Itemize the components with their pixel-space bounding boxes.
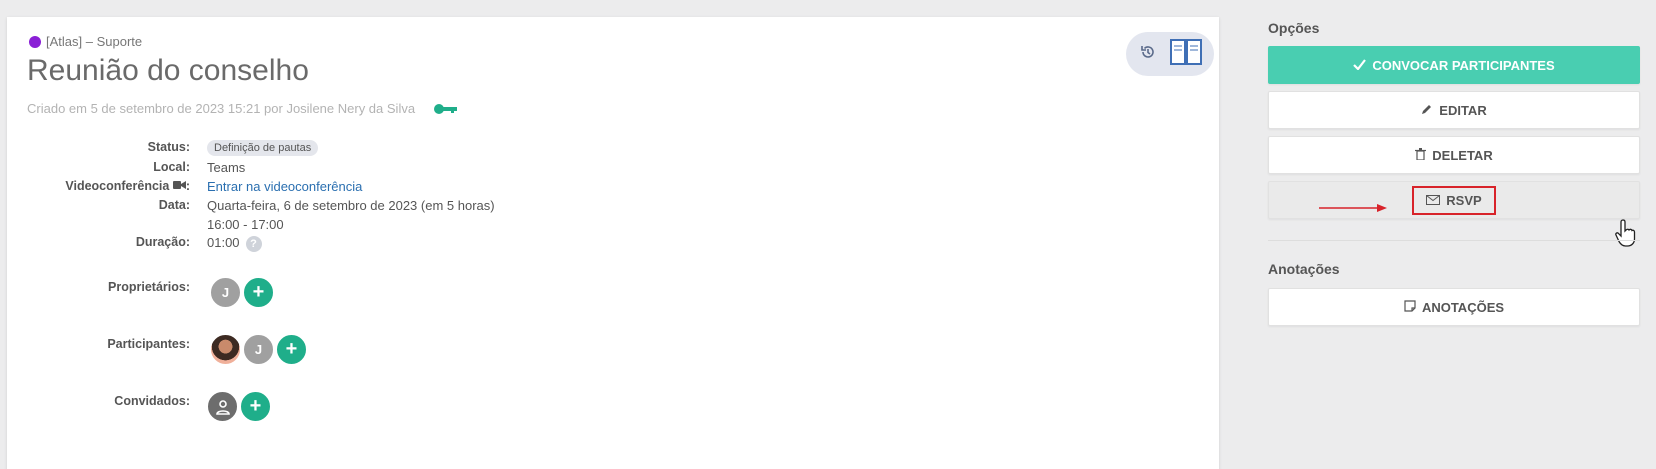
user-icon[interactable] [207, 391, 238, 422]
owners-label: Proprietários: [108, 280, 190, 294]
video-label-text: Videoconferência [65, 179, 170, 193]
owners-list: J + [210, 277, 274, 308]
date-value: Quarta-feira, 6 de setembro de 2023 (em … [207, 198, 495, 213]
video-icon [172, 179, 186, 193]
avatar[interactable]: J [243, 334, 274, 365]
divider [1268, 240, 1640, 241]
rsvp-label: RSVP [1446, 192, 1482, 208]
help-icon[interactable]: ? [245, 235, 262, 252]
created-text: Criado em 5 de setembro de 2023 15:21 po… [27, 101, 416, 116]
participants-list: J + [210, 334, 307, 365]
arrow-annotation [1319, 199, 1389, 217]
avatar[interactable] [210, 334, 241, 365]
key-icon[interactable] [433, 103, 458, 115]
status-label: Status: [147, 140, 190, 154]
history-icon[interactable] [1140, 44, 1156, 65]
check-icon [1353, 58, 1367, 73]
convocar-label: CONVOCAR PARTICIPANTES [1372, 57, 1555, 73]
annotations-label: ANOTAÇÕES [1421, 299, 1505, 315]
options-heading: Opções [1268, 20, 1320, 36]
local-value: Teams [207, 160, 246, 175]
group-name: [Atlas] – Suporte [46, 34, 143, 49]
status-badge: Definição de pautas [207, 140, 319, 156]
book-icon[interactable] [1168, 37, 1204, 72]
add-participant-button[interactable]: + [276, 334, 307, 365]
local-label: Local: [153, 160, 190, 174]
hand-cursor-icon [1615, 218, 1639, 253]
avatar[interactable]: J [210, 277, 241, 308]
duration-label: Duração: [135, 235, 190, 249]
participants-label: Participantes: [107, 337, 190, 351]
time-value: 16:00 - 17:00 [207, 217, 284, 232]
top-actions [1126, 32, 1214, 76]
video-label: Videoconferência : [65, 179, 190, 193]
rsvp-highlight: RSVP [1412, 185, 1496, 215]
add-guest-button[interactable]: + [240, 391, 271, 422]
add-owner-button[interactable]: + [243, 277, 274, 308]
group-label[interactable]: [Atlas] – Suporte [29, 34, 142, 49]
guests-list: + [207, 391, 271, 422]
duration-text: 01:00 [207, 235, 240, 250]
guests-label: Convidados: [114, 394, 190, 408]
delete-label: DELETAR [1432, 147, 1493, 163]
note-icon [1404, 299, 1416, 315]
status-value: Definição de pautas [207, 139, 319, 156]
edit-label: EDITAR [1439, 102, 1487, 118]
date-label: Data: [158, 198, 190, 212]
edit-button[interactable]: EDITAR [1268, 91, 1640, 129]
page-title: Reunião do conselho [27, 54, 309, 87]
annotations-heading: Anotações [1268, 261, 1340, 277]
video-link[interactable]: Entrar na videoconferência [207, 179, 362, 194]
annotations-button[interactable]: ANOTAÇÕES [1268, 288, 1640, 326]
delete-button[interactable]: DELETAR [1268, 136, 1640, 174]
created-info: Criado em 5 de setembro de 2023 15:21 po… [27, 101, 458, 116]
group-color-dot [29, 35, 41, 48]
pencil-icon [1421, 103, 1433, 118]
trash-icon [1415, 147, 1427, 163]
convocar-button[interactable]: CONVOCAR PARTICIPANTES [1268, 46, 1640, 84]
envelope-icon [1426, 193, 1441, 208]
duration-value: 01:00? [207, 235, 262, 252]
